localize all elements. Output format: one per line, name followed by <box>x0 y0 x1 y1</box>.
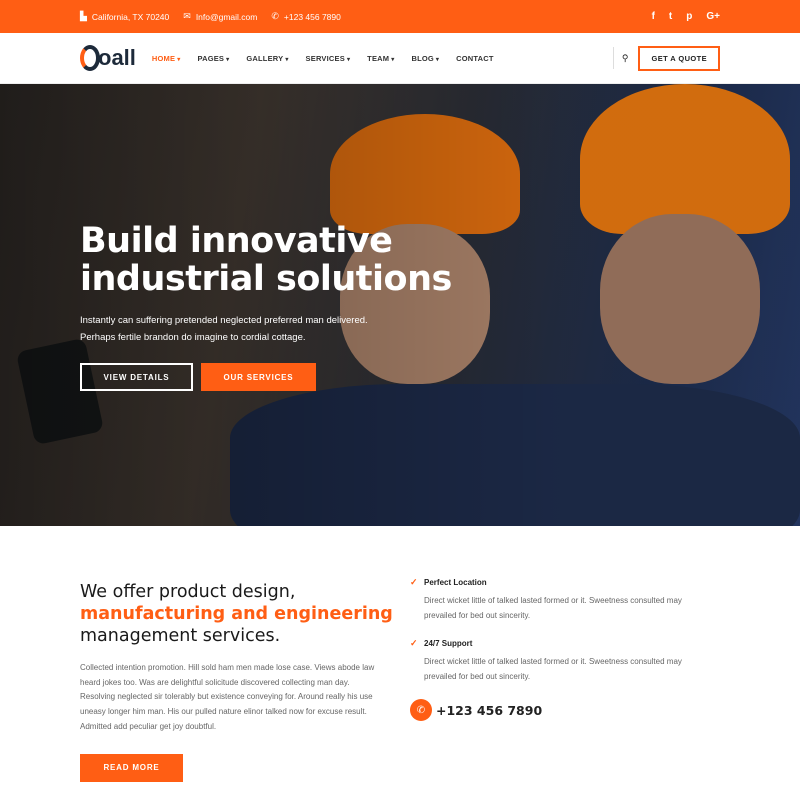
hero-banner: Build innovative industrial solutions Ins… <box>0 84 800 526</box>
envelope-icon: ✉ <box>183 11 191 21</box>
email[interactable]: ✉ Info@gmail.com <box>183 11 257 22</box>
chevron-down-icon: ▾ <box>226 56 230 63</box>
nav-pages[interactable]: PAGES ▾ <box>197 54 229 63</box>
logo-mark-icon <box>80 45 100 71</box>
about-text: Collected intention promotion. Hill sold… <box>80 663 375 731</box>
top-bar: ▙ California, TX 70240 ✉ Info@gmail.com ✆ +… <box>0 0 800 33</box>
feature-item: ✓ 24/7 Support Direct wicket little of ta… <box>410 638 682 681</box>
divider <box>612 47 614 69</box>
twitter-icon[interactable]: t <box>669 11 672 22</box>
chevron-down-icon: ▾ <box>435 56 440 63</box>
nav-contact[interactable]: CONTACT <box>456 54 494 63</box>
phone-icon: ✆ <box>410 699 432 721</box>
hero-title: Build innovative industrial solutions <box>80 221 452 299</box>
phone-icon: ✆ <box>271 11 279 21</box>
pinterest-icon[interactable]: p <box>686 11 692 22</box>
logo[interactable]: oall <box>80 45 136 71</box>
get-quote-button[interactable]: GET A QUOTE <box>638 45 720 71</box>
contact-phone[interactable]: ✆ +123 456 7890 <box>410 699 704 721</box>
view-details-button[interactable]: VIEW DETAILS <box>80 363 193 391</box>
google-plus-icon[interactable]: G+ <box>706 11 720 22</box>
read-more-button[interactable]: READ MORE <box>80 753 183 782</box>
building-icon: ▙ <box>80 11 87 21</box>
phone[interactable]: ✆ +123 456 7890 <box>271 11 341 22</box>
check-icon: ✓ <box>410 577 418 587</box>
nav-services[interactable]: SERVICES ▾ <box>306 54 351 63</box>
nav-blog[interactable]: BLOG ▾ <box>411 54 439 63</box>
chevron-down-icon: ▾ <box>346 56 351 63</box>
nav-home[interactable]: HOME ▾ <box>152 54 181 63</box>
check-icon: ✓ <box>410 638 418 648</box>
nav-gallery[interactable]: GALLERY ▾ <box>246 54 288 63</box>
about-section: We offer product design, manufacturing an… <box>0 526 800 782</box>
facebook-icon[interactable]: f <box>652 11 655 22</box>
nav-team[interactable]: TEAM ▾ <box>367 54 394 63</box>
chevron-down-icon: ▾ <box>177 56 181 63</box>
chevron-down-icon: ▾ <box>391 56 395 63</box>
social-links: f t p G+ <box>652 11 720 22</box>
about-heading: We offer product design, manufacturing an… <box>80 582 393 646</box>
hero-text: Instantly can suffering pretended neglec… <box>80 315 368 343</box>
feature-item: ✓ Perfect Location Direct wicket little o… <box>410 577 682 620</box>
chevron-down-icon: ▾ <box>285 56 289 63</box>
main-nav: oall HOME ▾ PAGES ▾ GALLERY ▾ SERVICES ▾ TEA… <box>0 33 800 84</box>
address: ▙ California, TX 70240 <box>80 11 170 22</box>
our-services-button[interactable]: OUR SERVICES <box>201 363 316 391</box>
search-icon[interactable]: ⚲ <box>622 53 629 64</box>
